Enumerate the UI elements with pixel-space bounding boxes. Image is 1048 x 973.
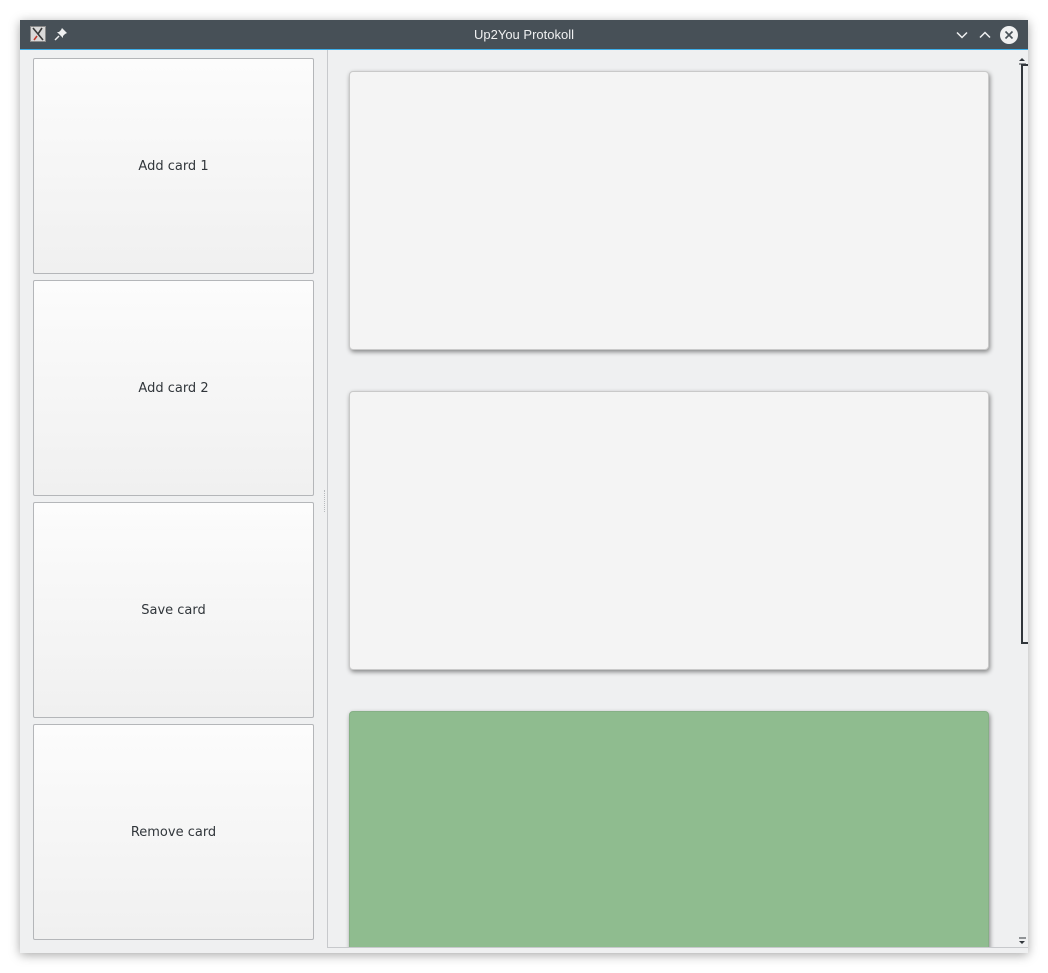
card-scroll-area[interactable]	[327, 50, 1028, 948]
scroll-up-arrow-icon[interactable]	[1017, 52, 1027, 65]
close-button[interactable]	[999, 25, 1019, 45]
vertical-scrollbar[interactable]	[1009, 50, 1028, 947]
remove-card-button[interactable]: Remove card	[33, 724, 314, 940]
main-content: Add card 1 Add card 2 Save card Remove c…	[20, 50, 1028, 953]
card[interactable]	[349, 71, 989, 350]
add-card-1-button[interactable]: Add card 1	[33, 58, 314, 274]
scroll-track[interactable]	[1009, 64, 1028, 930]
card[interactable]	[349, 391, 989, 670]
scroll-down-arrow-icon[interactable]	[1017, 934, 1027, 944]
scroll-thumb[interactable]	[1021, 64, 1028, 644]
maximize-button[interactable]	[975, 25, 995, 45]
window-title: Up2You Protokoll	[474, 27, 574, 42]
save-card-button[interactable]: Save card	[33, 502, 314, 718]
application-window: Up2You Protokoll Add card 1 Add card 2 S…	[20, 20, 1028, 953]
minimize-button[interactable]	[952, 25, 972, 45]
close-icon	[1000, 26, 1018, 44]
chevron-up-icon	[979, 31, 991, 39]
card-selected[interactable]	[349, 711, 989, 947]
title-bar[interactable]: Up2You Protokoll	[20, 20, 1028, 50]
chevron-down-icon	[956, 31, 968, 39]
add-card-2-button[interactable]: Add card 2	[33, 280, 314, 496]
